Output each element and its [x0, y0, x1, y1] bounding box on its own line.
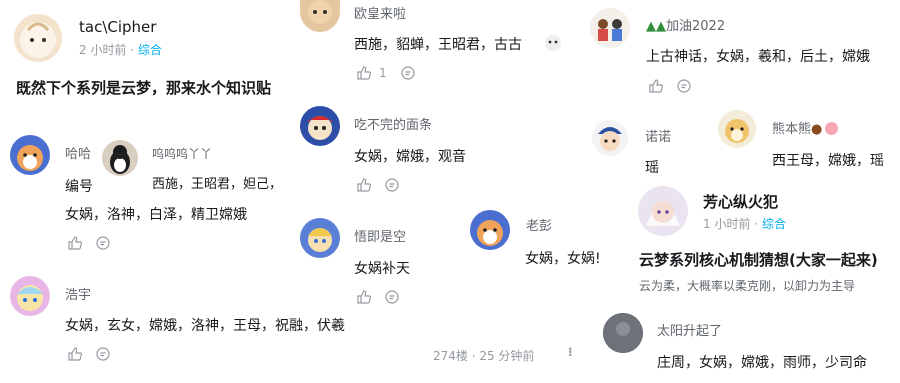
avatar-haha[interactable] [10, 135, 50, 175]
avatar-tac-cipher[interactable] [14, 14, 62, 62]
reply-icon[interactable] [401, 66, 415, 80]
thumb-up-icon[interactable] [357, 66, 371, 80]
avatar-jiayou[interactable] [590, 8, 630, 48]
comment-author[interactable]: 呜呜呜丫丫 [152, 145, 212, 162]
comment-author[interactable]: 太阳升起了 [657, 320, 722, 339]
post-author[interactable]: 芳心纵火犯 [703, 191, 778, 212]
avatar-wuji[interactable] [300, 218, 340, 258]
post-preview: 云为柔，大概率以柔克刚，以卸力为主导 [639, 279, 856, 293]
thumb-up-icon[interactable] [649, 79, 663, 93]
post-topic[interactable]: 综合 [762, 217, 786, 231]
reply-icon[interactable] [385, 290, 399, 304]
post-meta: 1 小时前 · 综合 [703, 215, 786, 232]
post-title[interactable]: 既然下个系列是云梦，那来水个知识贴 [16, 77, 271, 98]
comment-author[interactable]: 诺诺 [645, 126, 671, 145]
comment-text: 西王母，嫦娥，瑶 [772, 153, 884, 169]
reply-icon[interactable] [96, 347, 110, 361]
comment-text: 女娲，女娲! [525, 251, 601, 267]
comment-actions [68, 347, 110, 361]
comment-text: 女娲，玄女，嫦娥，洛神，王母，祝融，伏羲 [65, 318, 345, 334]
comment-actions [357, 178, 399, 192]
comment-text: 西施，王昭君，妲己， [152, 177, 283, 192]
comment-author[interactable]: 悟即是空 [354, 226, 406, 245]
post-time: 2 小时前 [79, 43, 127, 57]
emoji-icon [544, 34, 562, 52]
floor-meta: 274楼 · 25 分钟前 [433, 349, 535, 363]
post-author[interactable]: tac\Cipher [79, 18, 156, 36]
avatar-taiyang[interactable] [603, 313, 643, 353]
thumb-up-icon[interactable] [68, 347, 82, 361]
reply-icon[interactable] [96, 236, 110, 250]
tree-icon: ▲▲ [646, 19, 666, 34]
comment-text: 女娲补天 [354, 261, 410, 277]
comment-author[interactable]: 吃不完的面条 [354, 114, 432, 133]
comment-actions [649, 79, 691, 93]
level-badge-icon [825, 122, 839, 135]
post-topic[interactable]: 综合 [138, 43, 162, 57]
avatar-chibuwan[interactable] [300, 106, 340, 146]
comment-author[interactable]: ▲▲加油2022 [646, 15, 725, 34]
like-count: 1 [379, 66, 387, 80]
reply-icon[interactable] [385, 178, 399, 192]
avatar-nuonuo[interactable] [592, 120, 628, 156]
comment-text: 上古神话，女娲，羲和，后土，嫦娥 [646, 49, 870, 65]
comment-text: 西施，貂蝉，王昭君，古古 [354, 37, 522, 53]
comment-actions [357, 290, 399, 304]
comment-actions [68, 236, 110, 250]
comment-author[interactable]: 欧皇来啦 [354, 3, 406, 22]
post-meta: 2 小时前 · 综合 [79, 41, 162, 58]
comment-text: 瑶 [645, 160, 659, 176]
meta-separator: · [754, 217, 759, 231]
more-icon[interactable]: ⁝ [568, 345, 573, 359]
comment-text: 女娲，洛神，白泽，精卫嫦娥 [65, 207, 247, 223]
comment-author[interactable]: 浩宇 [65, 284, 91, 303]
comment-text: 编号 [65, 179, 93, 195]
avatar-fangxin[interactable] [638, 186, 688, 236]
thumb-up-icon[interactable] [68, 236, 82, 250]
bear-icon: ● [811, 122, 823, 137]
post-time: 1 小时前 [703, 217, 751, 231]
meta-separator: · [130, 43, 135, 57]
avatar-laopeng[interactable] [470, 210, 510, 250]
reply-icon[interactable] [677, 79, 691, 93]
thumb-up-icon[interactable] [357, 178, 371, 192]
comment-author[interactable]: 熊本熊● [772, 118, 839, 137]
comment-actions: 1 [357, 66, 415, 80]
comment-text: 庄周，女娲，嫦娥，雨师，少司命 [657, 355, 867, 371]
post-title[interactable]: 云梦系列核心机制猜想(大家一起来) [639, 249, 878, 270]
comment-text: 女娲，嫦娥，观音 [354, 149, 466, 165]
avatar-wuwu[interactable] [102, 140, 138, 176]
comment-author[interactable]: 哈哈 [65, 143, 91, 162]
avatar-xiongben[interactable] [718, 110, 756, 148]
avatar-ouhuang[interactable] [300, 0, 340, 32]
avatar-haoyu[interactable] [10, 276, 50, 316]
thumb-up-icon[interactable] [357, 290, 371, 304]
comment-author[interactable]: 老彭 [526, 215, 552, 234]
